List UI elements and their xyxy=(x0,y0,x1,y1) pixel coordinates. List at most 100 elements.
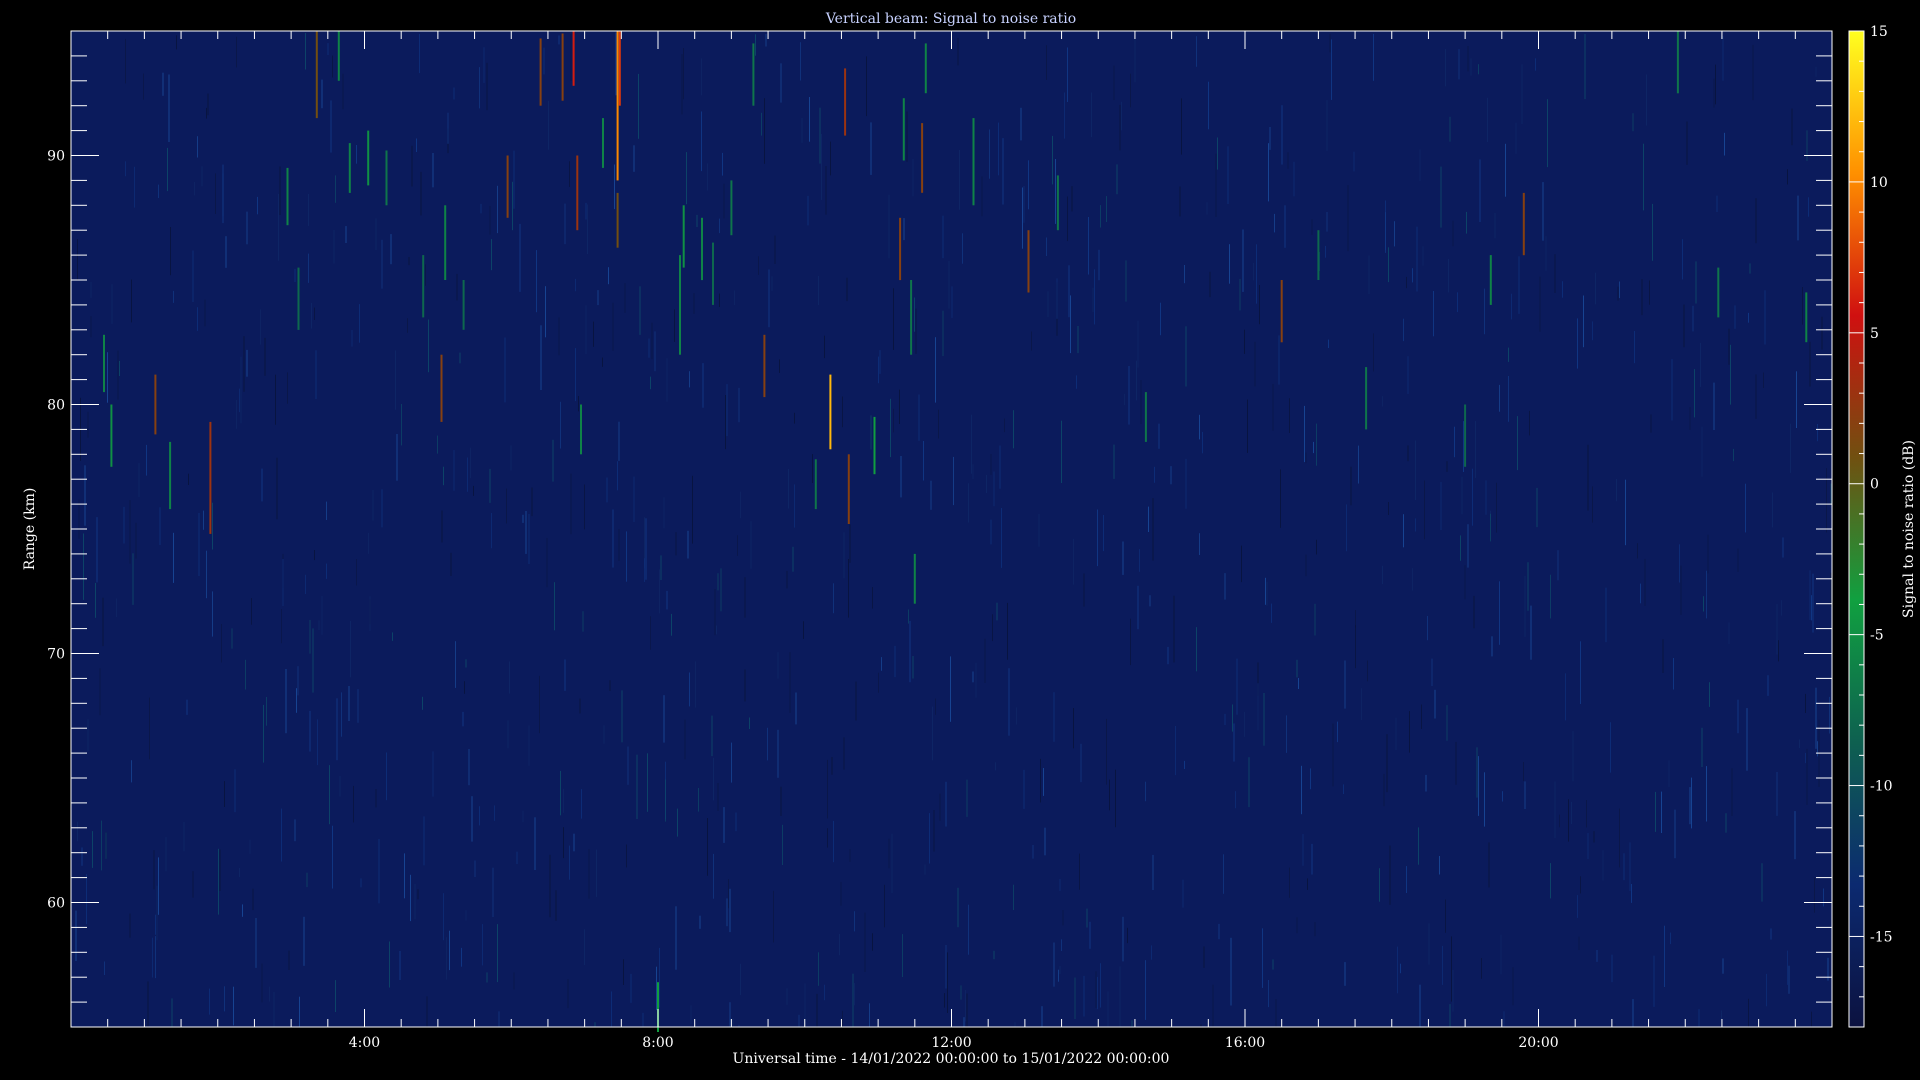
colorbar-tick-label: 0 xyxy=(1870,477,1879,493)
noise-cell xyxy=(840,881,842,906)
noise-cell xyxy=(1023,769,1025,809)
snr-streak xyxy=(444,205,447,280)
noise-cell xyxy=(1542,182,1544,241)
noise-cell xyxy=(1244,329,1245,354)
noise-cell xyxy=(372,489,374,521)
noise-cell xyxy=(90,281,92,298)
noise-cell xyxy=(1817,424,1818,442)
noise-cell xyxy=(1208,81,1209,130)
noise-cell xyxy=(947,952,948,1013)
noise-cell xyxy=(281,609,282,644)
noise-cell xyxy=(390,234,392,265)
noise-cell xyxy=(311,302,312,329)
noise-cell xyxy=(1316,423,1317,466)
noise-cell xyxy=(612,302,614,351)
noise-cell xyxy=(219,849,221,891)
snr-streak xyxy=(539,38,542,106)
noise-cell xyxy=(314,307,315,320)
noise-cell xyxy=(116,598,117,617)
noise-cell xyxy=(962,233,963,264)
noise-cell xyxy=(1706,570,1707,619)
noise-cell xyxy=(1481,958,1482,979)
noise-cell xyxy=(816,993,818,1027)
noise-cell xyxy=(633,476,635,522)
noise-cell xyxy=(375,218,377,250)
noise-cell xyxy=(1184,760,1185,769)
noise-cell xyxy=(707,163,708,191)
noise-cell xyxy=(152,937,153,978)
noise-cell xyxy=(729,1002,731,1027)
x-tick-label: 20:00 xyxy=(1518,1035,1558,1051)
noise-cell xyxy=(1137,585,1139,630)
noise-cell xyxy=(1454,426,1455,458)
snr-streak xyxy=(385,150,388,206)
noise-cell xyxy=(918,394,920,441)
colorbar-label: Signal to noise ratio (dB) xyxy=(1901,440,1917,618)
noise-cell xyxy=(1610,722,1611,773)
noise-cell xyxy=(414,884,416,920)
noise-cell xyxy=(1131,1020,1133,1027)
noise-cell xyxy=(1043,768,1044,796)
noise-cell xyxy=(1419,984,1421,1027)
noise-cell xyxy=(464,681,465,694)
noise-cell xyxy=(584,484,585,530)
noise-cell xyxy=(75,910,77,961)
noise-cell xyxy=(1716,195,1718,212)
noise-cell xyxy=(1421,704,1422,729)
noise-cell xyxy=(1293,161,1295,197)
noise-cell xyxy=(642,1012,644,1027)
noise-cell xyxy=(1425,774,1427,792)
noise-cell xyxy=(263,704,264,763)
noise-cell xyxy=(1409,711,1410,753)
noise-cell xyxy=(1307,878,1308,890)
noise-cell xyxy=(1433,291,1434,337)
noise-cell xyxy=(1703,596,1704,612)
snr-streak xyxy=(902,98,905,161)
noise-cell xyxy=(1113,444,1115,479)
noise-cell xyxy=(1236,658,1238,715)
noise-cell xyxy=(1326,212,1328,232)
noise-cell xyxy=(170,227,171,276)
noise-cell xyxy=(1281,105,1283,165)
noise-cell xyxy=(1347,185,1349,252)
noise-cell xyxy=(900,456,902,498)
snr-streak xyxy=(618,31,621,106)
noise-cell xyxy=(906,111,908,162)
noise-cell xyxy=(1388,502,1389,515)
noise-cell xyxy=(734,290,735,305)
noise-cell xyxy=(939,793,941,821)
noise-cell xyxy=(1265,577,1266,605)
noise-cell xyxy=(930,480,932,510)
noise-cell xyxy=(1109,779,1110,811)
noise-cell xyxy=(353,785,354,823)
noise-cell xyxy=(674,309,675,342)
noise-cell xyxy=(1817,741,1818,757)
noise-cell xyxy=(339,776,341,797)
noise-cell xyxy=(1041,1006,1043,1027)
noise-cell xyxy=(611,991,612,1027)
noise-cell xyxy=(207,93,209,116)
noise-cell xyxy=(443,893,444,941)
noise-cell xyxy=(1076,375,1077,389)
snr-streak xyxy=(286,167,289,226)
noise-cell xyxy=(564,203,566,245)
noise-cell xyxy=(564,659,566,691)
noise-cell xyxy=(233,986,234,1026)
noise-cell xyxy=(215,173,216,214)
noise-cell xyxy=(854,983,855,1006)
noise-cell xyxy=(663,695,665,743)
noise-cell xyxy=(525,511,527,554)
noise-cell xyxy=(972,464,974,479)
noise-cell xyxy=(948,261,950,309)
noise-cell xyxy=(1088,217,1089,275)
noise-cell xyxy=(534,817,536,870)
noise-cell xyxy=(176,35,177,50)
noise-cell xyxy=(1632,999,1634,1027)
noise-cell xyxy=(639,286,641,335)
noise-cell xyxy=(251,598,252,625)
noise-cell xyxy=(309,710,311,752)
noise-cell xyxy=(549,854,551,918)
noise-cell xyxy=(1653,955,1655,1007)
noise-cell xyxy=(1766,973,1767,1007)
noise-cell xyxy=(326,563,327,579)
